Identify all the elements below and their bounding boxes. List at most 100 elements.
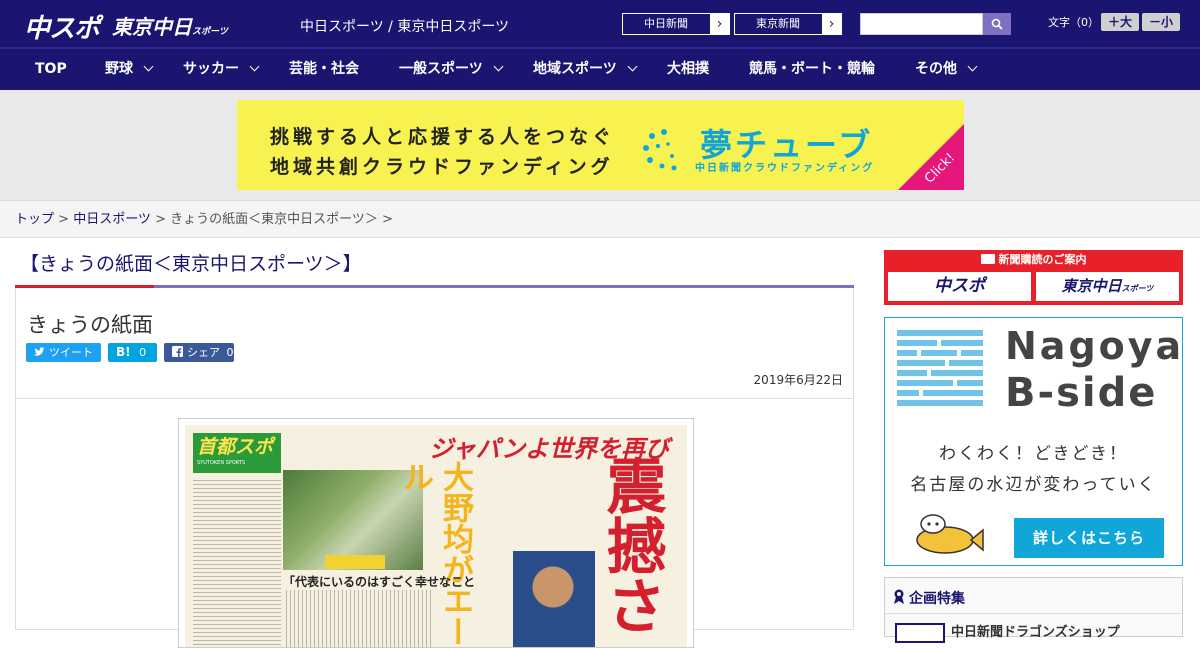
nav-item-label: 芸能・社会 xyxy=(289,61,359,77)
paper-headline-side: 大野均がエール xyxy=(397,461,473,647)
nav-item-top[interactable]: TOP xyxy=(35,49,67,90)
top-header-bar: 中スポ 東京中日スポーツ 中日スポーツ / 東京中日スポーツ 中日新聞 › 東京… xyxy=(0,0,1200,47)
nav-item-label: その他 xyxy=(915,61,957,77)
paper-photo-player xyxy=(513,551,595,647)
font-bigger-button[interactable]: ＋大 xyxy=(1101,13,1139,31)
tokyo-logo-text: 東京中日 xyxy=(112,15,192,39)
paper-headline-main: 震撼さ xyxy=(597,455,666,635)
breadcrumb: トップ > 中日スポーツ > きょうの紙面＜東京中日スポーツ＞ > xyxy=(0,200,1200,238)
tokyo-chunichi-sports-logo[interactable]: 東京中日スポーツ xyxy=(112,11,228,40)
search-button[interactable] xyxy=(983,13,1011,35)
paper-left-column xyxy=(193,477,281,647)
article-date: 2019年6月22日 xyxy=(753,373,843,387)
banner-line1: 挑戦する人と応援する人をつなぐ xyxy=(270,126,616,148)
newspaper-icon xyxy=(980,254,995,264)
breadcrumb-separator: > xyxy=(54,212,74,227)
main-navigation: TOP 野球 サッカー 芸能・社会 一般スポーツ 地域スポーツ 大相撲 競馬・ボ… xyxy=(0,47,1200,90)
special-divider xyxy=(885,613,1182,614)
article-divider xyxy=(16,398,853,399)
nagoya-line2: 名古屋の水辺が変わっていく xyxy=(910,475,1157,495)
nav-item-baseball[interactable]: 野球 xyxy=(105,49,154,90)
subscription-heading-text: 新聞購読のご案内 xyxy=(998,253,1087,266)
ribbon-award-icon xyxy=(894,589,904,604)
brick-wall-icon xyxy=(897,330,983,406)
subscribe-tokyo-small: スポーツ xyxy=(1121,284,1154,293)
search-input[interactable] xyxy=(860,13,983,35)
tweet-button[interactable]: ツイート xyxy=(26,343,101,362)
chevron-down-icon xyxy=(493,61,504,72)
nagoya-details-button[interactable]: 詳しくはこちら xyxy=(1014,518,1164,558)
dots-logo-icon xyxy=(643,129,677,171)
tweet-label: ツイート xyxy=(49,346,93,359)
nav-item-other[interactable]: その他 xyxy=(915,49,978,90)
paper-masthead: 首都スポ xyxy=(197,436,274,458)
newspaper-front-page-image[interactable]: 首都スポ SYUTOKEN SPORTS ジャパンよ世界を再び 大野均がエール … xyxy=(178,418,694,648)
chevron-right-icon: › xyxy=(710,14,729,34)
article-card: きょうの紙面 ツイート B! 0 シェア 0 2019年6月22日 首都スポ S… xyxy=(15,288,854,648)
banner-subtitle: 中日新聞クラウドファンディング xyxy=(695,163,875,174)
chevron-down-icon xyxy=(249,61,260,72)
subscription-box: 新聞購読のご案内 中スポ 東京中日スポーツ xyxy=(884,250,1183,305)
yume-tube-banner[interactable]: 挑戦する人と応援する人をつなぐ 地域共創クラウドファンディング 夢チューブ 中日… xyxy=(237,100,964,190)
chevron-right-icon: › xyxy=(822,14,841,34)
nav-item-local-sports[interactable]: 地域スポーツ xyxy=(533,49,638,90)
hatena-bookmark-button[interactable]: B! 0 xyxy=(108,343,157,362)
twitter-bird-icon xyxy=(34,347,45,356)
nav-item-soccer[interactable]: サッカー xyxy=(183,49,260,90)
page-heading: 【きょうの紙面＜東京中日スポーツ＞】 xyxy=(20,253,362,275)
search-icon xyxy=(991,18,1003,30)
facebook-icon xyxy=(172,346,183,357)
breadcrumb-home-link[interactable]: トップ xyxy=(15,212,54,227)
chunichi-shimbun-label: 中日新聞 xyxy=(644,17,688,30)
facebook-share-button[interactable]: シェア 0 xyxy=(164,343,234,362)
font-smaller-button[interactable]: －小 xyxy=(1142,13,1180,31)
special-features-heading: 企画特集 xyxy=(893,588,965,608)
breadcrumb-current: きょうの紙面＜東京中日スポーツ＞ > xyxy=(170,212,393,227)
paper-quote: 「代表にいるのはすごく幸せなこと xyxy=(283,575,476,589)
nav-item-general-sports[interactable]: 一般スポーツ xyxy=(399,49,504,90)
nav-item-entertainment[interactable]: 芸能・社会 xyxy=(289,49,359,90)
nav-item-label: サッカー xyxy=(183,61,239,77)
paper-masthead-sub: SYUTOKEN SPORTS xyxy=(197,460,246,466)
dragons-shop-link[interactable]: 中日新聞ドラゴンズショップ xyxy=(951,621,1120,640)
banner-line2: 地域共創クラウドファンディング xyxy=(270,156,614,178)
nav-item-label: TOP xyxy=(35,61,67,77)
facebook-share-count: 0 xyxy=(226,346,234,359)
nagoya-title2: B-side xyxy=(1005,370,1158,416)
chevron-down-icon xyxy=(967,61,978,72)
subscribe-tokyo-button[interactable]: 東京中日スポーツ xyxy=(1036,272,1179,301)
nav-item-label: 大相撲 xyxy=(667,61,709,77)
nav-item-label: 競馬・ボート・競輪 xyxy=(749,61,875,77)
newspaper-page: 首都スポ SYUTOKEN SPORTS ジャパンよ世界を再び 大野均がエール … xyxy=(185,425,687,647)
article-title: きょうの紙面 xyxy=(27,313,153,337)
dragons-shop-thumbnail[interactable] xyxy=(895,623,945,643)
site-names: 中日スポーツ / 東京中日スポーツ xyxy=(300,19,510,35)
nagoya-title1: Nagoya xyxy=(1005,324,1185,368)
tokyo-shimbun-link[interactable]: 東京新聞 › xyxy=(734,13,842,35)
chuspo-logo[interactable]: 中スポ xyxy=(24,8,100,45)
chunichi-shimbun-link[interactable]: 中日新聞 › xyxy=(622,13,730,35)
paper-body-text xyxy=(283,590,433,647)
nagoya-bside-ad[interactable]: Nagoya B-side わくわく！どきどき！ 名古屋の水辺が変わっていく 詳… xyxy=(884,317,1183,566)
hatena-label: B! xyxy=(116,345,131,359)
breadcrumb-separator: > xyxy=(150,212,171,227)
special-features-heading-text: 企画特集 xyxy=(909,591,965,607)
nav-item-label: 地域スポーツ xyxy=(533,61,617,77)
tokyo-logo-small: スポーツ xyxy=(192,27,228,37)
tokyo-shimbun-label: 東京新聞 xyxy=(756,17,800,30)
nav-item-sumo[interactable]: 大相撲 xyxy=(667,49,709,90)
nav-item-racing[interactable]: 競馬・ボート・競輪 xyxy=(749,49,875,90)
hatena-count: 0 xyxy=(139,346,147,359)
nav-item-label: 野球 xyxy=(105,61,133,77)
breadcrumb-section-link[interactable]: 中日スポーツ xyxy=(73,212,151,227)
font-size-label: 文字（0） xyxy=(1048,16,1099,29)
special-features-box: 企画特集 中日新聞ドラゴンズショップ xyxy=(884,577,1183,643)
paper-photo-left-tag xyxy=(325,555,385,569)
subscription-heading: 新聞購読のご案内 xyxy=(884,250,1183,269)
subscribe-tokyo-text: 東京中日 xyxy=(1061,277,1122,295)
nagoya-line1: わくわく！どきどき！ xyxy=(939,444,1128,464)
chevron-down-icon xyxy=(143,61,154,72)
subscribe-chuspo-button[interactable]: 中スポ xyxy=(888,272,1031,301)
chevron-down-icon xyxy=(627,61,638,72)
nav-item-label: 一般スポーツ xyxy=(399,61,483,77)
